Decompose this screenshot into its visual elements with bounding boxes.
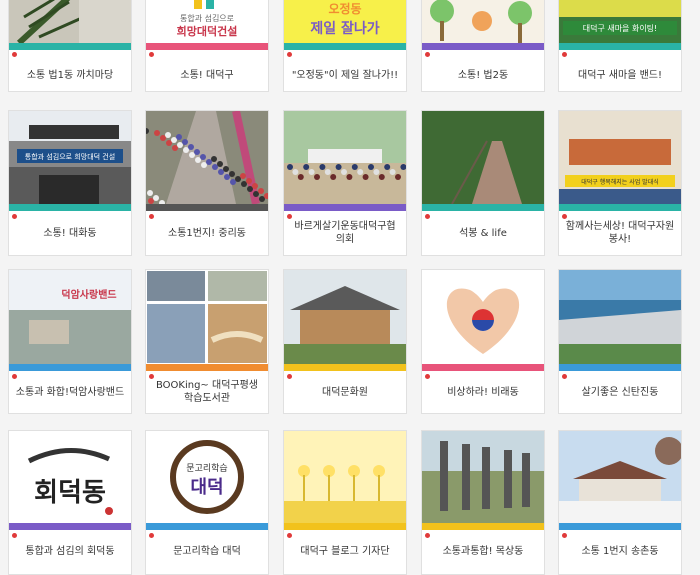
band-title[interactable]: 소통! 법2동 [428, 61, 538, 89]
band-card[interactable]: 소통과통합! 목상동 [421, 430, 545, 575]
band-cover-image[interactable]: 통합과 섬김으로 희망대덕건설 [146, 0, 268, 43]
band-cover-image[interactable]: 오정동제일 잘나가 [284, 0, 406, 43]
color-accent-bar [146, 364, 268, 371]
color-accent-bar [146, 43, 268, 50]
band-card[interactable]: 살기좋은 신탄진동 [558, 269, 682, 414]
color-accent-bar [284, 523, 406, 530]
color-accent-bar [559, 364, 681, 371]
color-accent-bar [146, 523, 268, 530]
color-accent-bar [422, 204, 544, 211]
band-title[interactable]: "오정동"이 제일 잘나가!! [290, 61, 400, 89]
band-card[interactable]: 바르게살기운동대덕구협의회 [283, 110, 407, 256]
band-cover-image[interactable]: 통합과 섬김으로 희망대덕 건설 [9, 111, 131, 204]
band-title[interactable]: 통합과 섬김의 회덕동 [15, 531, 125, 571]
band-cover-image[interactable] [422, 270, 544, 364]
band-cover-image[interactable] [422, 0, 544, 43]
band-card[interactable]: 통합과 섬김으로 희망대덕 건설소통! 대화동 [8, 110, 132, 256]
cover-image-text: 오정동 [328, 1, 361, 16]
band-cover-image[interactable] [9, 0, 131, 43]
band-cover-image[interactable]: 문고리학습대덕 [146, 431, 268, 523]
cover-image-text: 제일 잘나가 [310, 21, 379, 37]
color-accent-bar [146, 204, 268, 211]
band-card[interactable]: 대덕구 행복해지는 사업 발대식함께사는세상! 대덕구자원봉사! [558, 110, 682, 256]
color-accent-bar [422, 523, 544, 530]
band-title[interactable]: 함께사는세상! 대덕구자원봉사! [565, 213, 675, 253]
band-card[interactable]: 대덕문화원 [283, 269, 407, 414]
new-post-dot-icon [149, 52, 154, 57]
new-post-dot-icon [562, 52, 567, 57]
color-accent-bar [9, 523, 131, 530]
cover-image-text: 희망대덕건설 [177, 24, 238, 38]
band-title[interactable]: 비상하라! 비래동 [428, 372, 538, 412]
band-title[interactable]: 문고리학습 대덕 [152, 531, 262, 571]
cover-image-text: 통합과 섬김으로 [180, 13, 234, 23]
new-post-dot-icon [425, 52, 430, 57]
cover-image-text: 문고리학습 [186, 463, 227, 474]
band-card[interactable]: 회덕동통합과 섬김의 회덕동 [8, 430, 132, 575]
band-cover-image[interactable] [146, 270, 268, 364]
band-title[interactable]: 소통과 화합!덕암사랑밴드 [15, 372, 125, 412]
band-card[interactable]: 소통 법1동 까치마당 [8, 0, 132, 92]
color-accent-bar [559, 523, 681, 530]
band-card[interactable]: 대덕구 새마을 화이팅! 대덕구 새마을 밴드! [558, 0, 682, 92]
band-card[interactable]: 덕암사랑밴드소통과 화합!덕암사랑밴드 [8, 269, 132, 414]
band-title[interactable]: 대덕구 새마을 밴드! [565, 61, 675, 89]
band-title[interactable]: 살기좋은 신탄진동 [565, 372, 675, 412]
band-cover-image[interactable] [284, 270, 406, 364]
band-title[interactable]: 대덕구 블로그 기자단 [290, 531, 400, 571]
color-accent-bar [9, 204, 131, 211]
band-cover-image[interactable] [422, 431, 544, 523]
band-card[interactable]: 오정동제일 잘나가 "오정동"이 제일 잘나가!! [283, 0, 407, 92]
band-cover-image[interactable]: 회덕동 [9, 431, 131, 523]
band-cover-image[interactable] [284, 111, 406, 204]
band-card[interactable]: 문고리학습 대덕 문고리학습 대덕 [145, 430, 269, 575]
band-title[interactable]: 소통 법1동 까치마당 [15, 61, 125, 89]
band-card[interactable]: 소통 1번지 송촌동 [558, 430, 682, 575]
band-card[interactable]: 소통! 법2동 [421, 0, 545, 92]
color-accent-bar [284, 204, 406, 211]
color-accent-bar [284, 364, 406, 371]
band-cover-image[interactable]: 대덕구 행복해지는 사업 발대식 [559, 111, 681, 204]
color-accent-bar [284, 43, 406, 50]
color-accent-bar [9, 364, 131, 371]
band-cover-image[interactable] [422, 111, 544, 204]
band-title[interactable]: 소통 1번지 송촌동 [565, 531, 675, 571]
band-title[interactable]: 소통과통합! 목상동 [428, 531, 538, 571]
color-accent-bar [422, 43, 544, 50]
band-cover-image[interactable]: 덕암사랑밴드 [9, 270, 131, 364]
band-cover-image[interactable]: 대덕구 새마을 화이팅! [559, 0, 681, 43]
band-card[interactable]: 석봉 & life [421, 110, 545, 256]
band-card[interactable]: BOOKing~ 대덕구평생학습도서관 [145, 269, 269, 414]
band-cover-image[interactable] [559, 431, 681, 523]
new-post-dot-icon [287, 52, 292, 57]
color-accent-bar [422, 364, 544, 371]
cover-image-text: 대덕 [190, 477, 223, 498]
band-cover-image[interactable] [146, 111, 268, 204]
band-card[interactable]: 비상하라! 비래동 [421, 269, 545, 414]
band-title[interactable]: 바르게살기운동대덕구협의회 [290, 213, 400, 253]
band-title[interactable]: 대덕문화원 [290, 372, 400, 412]
band-card[interactable]: 소통1번지! 중리동 [145, 110, 269, 256]
cover-image-text: 대덕구 새마을 화이팅! [583, 23, 658, 33]
color-accent-bar [559, 43, 681, 50]
cover-image-text: 회덕동 [34, 478, 106, 508]
cover-image-text: 대덕구 행복해지는 사업 발대식 [581, 178, 658, 186]
band-title[interactable]: BOOKing~ 대덕구평생학습도서관 [152, 372, 262, 412]
color-accent-bar [9, 43, 131, 50]
band-title[interactable]: 석봉 & life [428, 213, 538, 253]
band-cover-image[interactable] [559, 270, 681, 364]
band-card[interactable]: 통합과 섬김으로 희망대덕건설소통! 대덕구 [145, 0, 269, 92]
band-cover-image[interactable] [284, 431, 406, 523]
band-card[interactable]: 대덕구 블로그 기자단 [283, 430, 407, 575]
new-post-dot-icon [12, 52, 17, 57]
cover-image-text: 덕암사랑밴드 [61, 288, 116, 301]
band-title[interactable]: 소통1번지! 중리동 [152, 213, 262, 253]
cover-image-text: 통합과 섬김으로 희망대덕 건설 [25, 152, 115, 161]
color-accent-bar [559, 204, 681, 211]
band-title[interactable]: 소통! 대화동 [15, 213, 125, 253]
band-title[interactable]: 소통! 대덕구 [152, 61, 262, 89]
